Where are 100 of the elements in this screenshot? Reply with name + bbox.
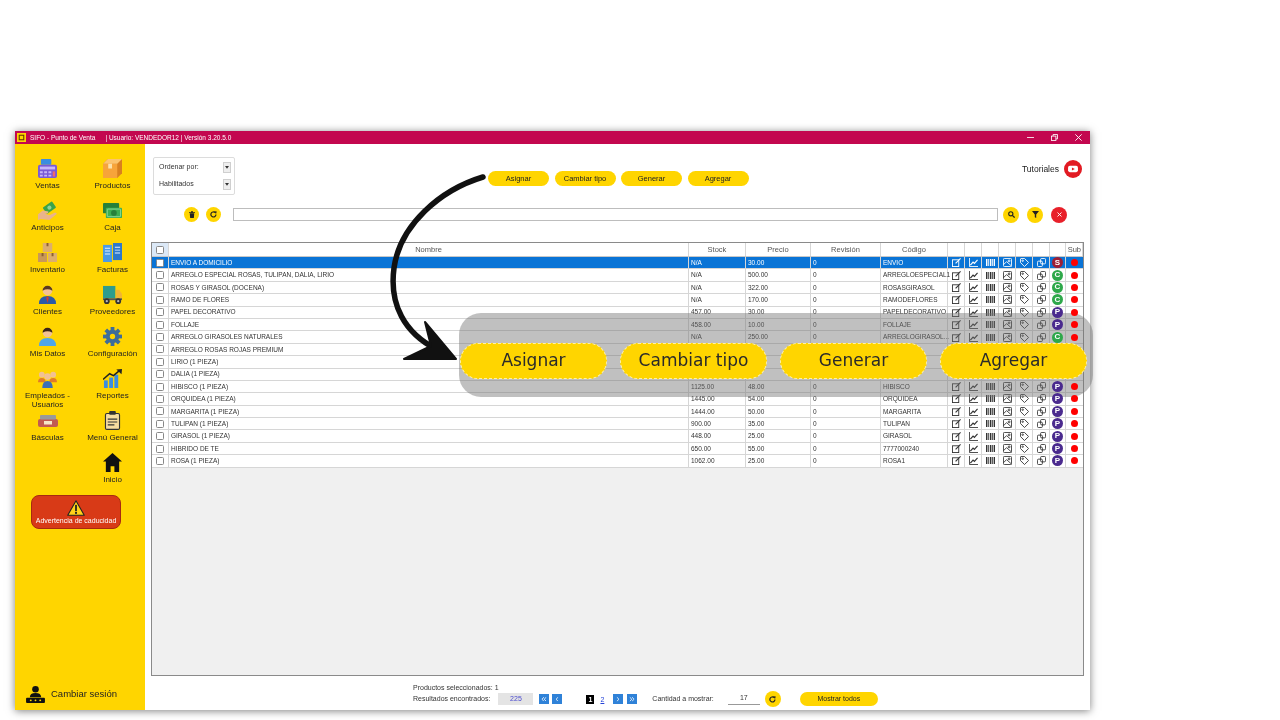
video-play-icon[interactable] (1064, 160, 1082, 178)
barcode-icon[interactable] (985, 431, 995, 441)
checkbox[interactable] (156, 258, 164, 267)
copy-icon[interactable] (1036, 332, 1046, 342)
copy-icon[interactable] (1036, 431, 1046, 441)
tag-icon[interactable] (1019, 307, 1029, 317)
barcode-icon[interactable] (985, 444, 995, 454)
image-icon[interactable] (1002, 456, 1012, 466)
image-icon[interactable] (1002, 406, 1012, 416)
checkbox[interactable] (156, 419, 164, 428)
tag-icon[interactable] (1019, 332, 1029, 342)
checkbox[interactable] (156, 320, 164, 329)
clear-button[interactable] (1051, 206, 1067, 223)
line-chart-icon[interactable] (968, 307, 978, 317)
last-page-button[interactable] (627, 694, 638, 704)
previous-page-button[interactable] (552, 694, 563, 704)
line-chart-icon[interactable] (968, 295, 978, 305)
search-button[interactable] (1003, 206, 1019, 223)
tag-icon[interactable] (1019, 456, 1029, 466)
checkbox[interactable] (156, 345, 164, 354)
tag-icon[interactable] (1019, 419, 1029, 429)
copy-icon[interactable] (1036, 406, 1046, 416)
edit-icon[interactable] (951, 394, 961, 404)
line-chart-icon[interactable] (968, 282, 978, 292)
barcode-icon[interactable] (985, 307, 995, 317)
barcode-icon[interactable] (985, 295, 995, 305)
barcode-icon[interactable] (985, 282, 995, 292)
first-page-button[interactable] (539, 694, 550, 704)
checkbox[interactable] (156, 295, 164, 304)
refresh-button[interactable] (206, 207, 221, 222)
edit-icon[interactable] (951, 419, 961, 429)
image-icon[interactable] (1002, 332, 1012, 342)
barcode-icon[interactable] (985, 270, 995, 280)
tag-icon[interactable] (1019, 270, 1029, 280)
copy-icon[interactable] (1036, 295, 1046, 305)
delete-button[interactable] (184, 207, 199, 222)
sidebar-item[interactable]: Configuración (80, 327, 145, 369)
image-icon[interactable] (1002, 282, 1012, 292)
line-chart-icon[interactable] (968, 419, 978, 429)
checkbox[interactable] (156, 407, 164, 416)
copy-icon[interactable] (1036, 456, 1046, 466)
close-icon[interactable] (1075, 134, 1082, 141)
refresh-button[interactable] (764, 691, 781, 707)
checkbox[interactable] (156, 444, 164, 453)
minimize-icon[interactable] (1027, 136, 1034, 139)
checkbox[interactable] (156, 432, 164, 441)
tag-icon[interactable] (1019, 431, 1029, 441)
copy-icon[interactable] (1036, 394, 1046, 404)
checkbox[interactable] (156, 382, 164, 391)
barcode-icon[interactable] (985, 394, 995, 404)
sidebar-item[interactable]: Anticipos (15, 201, 80, 243)
next-page-button[interactable] (613, 694, 624, 704)
copy-icon[interactable] (1036, 444, 1046, 454)
line-chart-icon[interactable] (968, 444, 978, 454)
image-icon[interactable] (1002, 394, 1012, 404)
sidebar-item[interactable]: Básculas (15, 411, 80, 453)
edit-icon[interactable] (951, 444, 961, 454)
tag-icon[interactable] (1019, 282, 1029, 292)
line-chart-icon[interactable] (968, 456, 978, 466)
sidebar-item[interactable]: Proveedores (80, 285, 145, 327)
sidebar-item[interactable]: Empleados - Usuarios (15, 369, 80, 411)
copy-icon[interactable] (1036, 419, 1046, 429)
sidebar-item[interactable]: Clientes (15, 285, 80, 327)
line-chart-icon[interactable] (968, 270, 978, 280)
edit-icon[interactable] (951, 431, 961, 441)
edit-icon[interactable] (951, 456, 961, 466)
image-icon[interactable] (1002, 307, 1012, 317)
edit-icon[interactable] (951, 282, 961, 292)
barcode-icon[interactable] (985, 406, 995, 416)
line-chart-icon[interactable] (968, 394, 978, 404)
sidebar-item[interactable]: Mis Datos (15, 327, 80, 369)
checkbox[interactable] (156, 271, 164, 280)
sidebar-item[interactable]: Inventario (15, 243, 80, 285)
checkbox[interactable] (156, 357, 164, 366)
tag-icon[interactable] (1019, 406, 1029, 416)
tag-icon[interactable] (1019, 382, 1029, 392)
checkbox[interactable] (156, 456, 164, 465)
line-chart-icon[interactable] (968, 431, 978, 441)
checkbox[interactable] (156, 333, 164, 342)
tag-icon[interactable] (1019, 394, 1029, 404)
copy-icon[interactable] (1036, 320, 1046, 330)
copy-icon[interactable] (1036, 307, 1046, 317)
filter-button[interactable] (1027, 206, 1043, 223)
line-chart-icon[interactable] (968, 406, 978, 416)
checkbox[interactable] (156, 395, 164, 403)
edit-icon[interactable] (951, 295, 961, 305)
image-icon[interactable] (1002, 419, 1012, 429)
copy-icon[interactable] (1036, 270, 1046, 280)
tag-icon[interactable] (1019, 320, 1029, 330)
barcode-icon[interactable] (985, 456, 995, 466)
image-icon[interactable] (1002, 431, 1012, 441)
sidebar-item[interactable]: Facturas (80, 243, 145, 285)
image-icon[interactable] (1002, 295, 1012, 305)
copy-icon[interactable] (1036, 258, 1046, 268)
sidebar-item[interactable]: Productos (80, 159, 145, 201)
copy-icon[interactable] (1036, 282, 1046, 292)
checkbox[interactable] (156, 370, 164, 379)
sidebar-item[interactable]: Menú General (80, 411, 145, 453)
image-icon[interactable] (1002, 382, 1012, 392)
image-icon[interactable] (1002, 444, 1012, 454)
